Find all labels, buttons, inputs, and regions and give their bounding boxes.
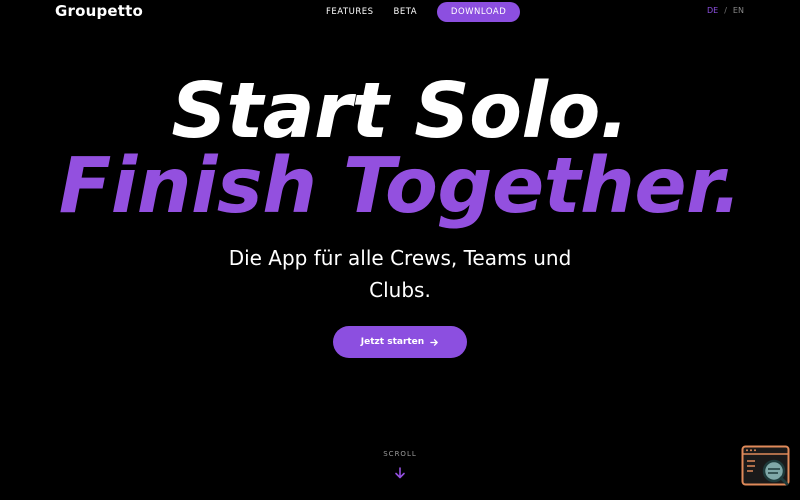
top-nav: FEATURES BETA DOWNLOAD [326,1,521,22]
cta-label: Jetzt starten [360,337,425,347]
lang-separator: / [724,6,727,15]
arrow-down-icon[interactable] [392,465,408,481]
language-switcher: DE / EN [707,6,744,15]
browser-search-widget-icon[interactable] [741,445,791,487]
cta-button[interactable]: Jetzt starten [333,326,467,358]
landing-page: Groupetto FEATURES BETA DOWNLOAD DE / EN… [0,0,800,500]
logo[interactable]: Groupetto [55,2,143,20]
hero-subtitle: Die App für alle Crews, Teams und Clubs. [228,246,572,302]
download-button[interactable]: DOWNLOAD [437,1,521,22]
arrow-right-icon [430,338,439,346]
scroll-label[interactable]: SCROLL [360,450,440,458]
nav-beta-link[interactable]: BETA [394,7,418,17]
lang-en-link[interactable]: EN [733,6,744,15]
hero-headline-line1: Start Solo. [171,67,629,156]
nav-features-link[interactable]: FEATURES [326,7,374,17]
lang-de-link[interactable]: DE [707,6,718,15]
hero-headline-line2: Finish Together. [58,142,742,231]
